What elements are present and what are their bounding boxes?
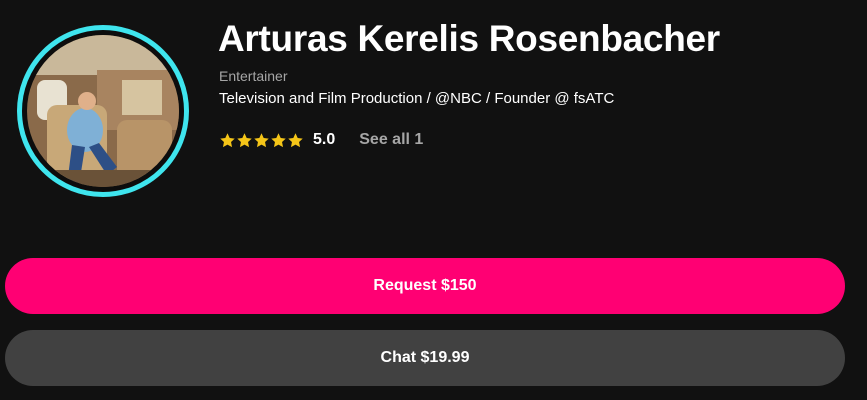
avatar-photo	[27, 35, 179, 187]
rating-value: 5.0	[313, 131, 336, 148]
profile-name: Arturas Kerelis Rosenbacher	[218, 18, 720, 59]
rating-row: 5.0 See all 1	[219, 130, 423, 150]
profile-page: Arturas Kerelis Rosenbacher Entertainer …	[0, 0, 867, 400]
star-icon	[288, 132, 303, 147]
request-button[interactable]: Request $150	[5, 258, 845, 314]
see-all-reviews-link[interactable]: See all 1	[359, 131, 423, 149]
avatar	[17, 25, 189, 197]
star-icon	[220, 132, 235, 147]
rating-stars	[219, 132, 304, 149]
star-icon	[271, 132, 286, 147]
profile-bio: Television and Film Production / @NBC / …	[219, 90, 615, 107]
star-icon	[254, 132, 269, 147]
chat-button[interactable]: Chat $19.99	[5, 330, 845, 386]
avatar-image	[27, 35, 179, 187]
star-icon	[237, 132, 252, 147]
profile-category: Entertainer	[219, 68, 288, 84]
